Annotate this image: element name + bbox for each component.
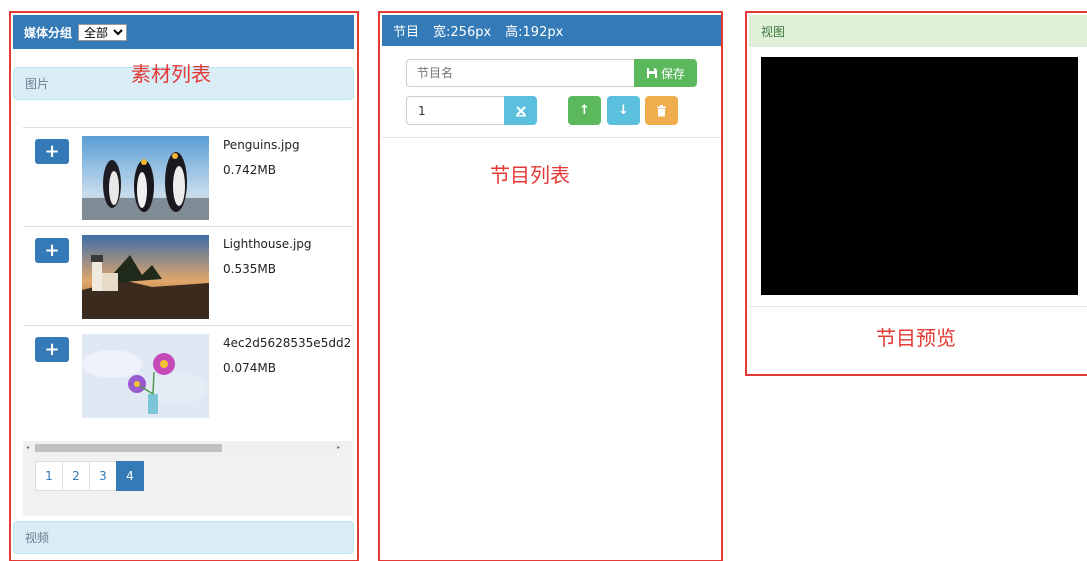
images-section-label: 图片 <box>25 77 50 91</box>
media-item: + Lighthouse.jpg 0.535MB <box>23 226 352 325</box>
flowers-thumbnail <box>82 334 209 418</box>
pagination: 1 2 3 4 <box>35 461 144 491</box>
media-name: Lighthouse.jpg <box>223 237 312 251</box>
arrow-down-icon: ↓ <box>618 103 629 118</box>
trash-icon <box>657 104 666 116</box>
media-group-label: 媒体分组 <box>24 25 73 40</box>
page-link-2[interactable]: 2 <box>62 461 90 491</box>
preview-panel: 视图 节目预览 <box>745 11 1087 376</box>
save-button[interactable]: 保存 <box>634 59 697 87</box>
program-name-input[interactable] <box>406 59 634 87</box>
media-group-select[interactable]: 全部 <box>78 23 128 41</box>
media-item: + Penguins.jpg 0.742MB <box>23 127 352 226</box>
lighthouse-thumbnail <box>82 235 209 319</box>
program-width: 宽:256px <box>433 25 492 40</box>
save-label: 保存 <box>660 66 685 81</box>
media-name: Penguins.jpg <box>223 138 300 152</box>
media-pager-area: ◂ ▸ 1 2 3 4 <box>23 441 352 516</box>
media-name: 4ec2d5628535e5dd2 <box>223 336 352 350</box>
program-list-annotation: 节目列表 <box>490 163 570 187</box>
media-size: 0.074MB <box>223 361 276 375</box>
media-panel: 媒体分组 全部 图片 素材列表 + Penguins.jpg 0.742MB +… <box>9 11 359 561</box>
add-media-button[interactable]: + <box>35 337 69 362</box>
clear-icon <box>515 105 526 116</box>
program-preview-annotation: 节目预览 <box>876 326 956 350</box>
media-size: 0.535MB <box>223 262 276 276</box>
plus-icon: + <box>44 140 60 162</box>
preview-screen <box>761 57 1078 295</box>
preview-divider <box>749 306 1087 307</box>
program-number-input[interactable] <box>406 96 504 125</box>
media-item: + 4ec2d5628535e5dd2 0.074MB <box>23 325 352 424</box>
arrow-up-icon: ↑ <box>579 103 590 118</box>
view-title: 视图 <box>761 24 786 39</box>
video-section-label: 视频 <box>25 531 50 545</box>
view-header: 视图 <box>749 15 1087 47</box>
program-divider <box>382 137 721 138</box>
scroll-right-icon[interactable]: ▸ <box>337 443 340 453</box>
media-list: + Penguins.jpg 0.742MB + Lighthouse.jpg … <box>23 127 352 424</box>
plus-icon: + <box>44 239 60 261</box>
page-link-4[interactable]: 4 <box>116 461 144 491</box>
scroll-left-icon[interactable]: ◂ <box>26 443 29 453</box>
clear-button[interactable] <box>504 96 537 125</box>
add-media-button[interactable]: + <box>35 238 69 263</box>
save-icon <box>646 68 657 78</box>
program-header: 节目 宽:256px 高:192px <box>382 15 721 46</box>
media-size: 0.742MB <box>223 163 276 177</box>
page-link-1[interactable]: 1 <box>35 461 63 491</box>
move-up-button[interactable]: ↑ <box>568 96 601 125</box>
plus-icon: + <box>44 338 60 360</box>
page-link-3[interactable]: 3 <box>89 461 117 491</box>
program-panel: 节目 宽:256px 高:192px 保存 ↑ ↓ 节目列表 <box>378 11 723 561</box>
add-media-button[interactable]: + <box>35 139 69 164</box>
delete-button[interactable] <box>645 96 678 125</box>
media-list-annotation: 素材列表 <box>131 62 211 86</box>
program-height: 高:192px <box>505 25 564 40</box>
video-section-header[interactable]: 视频 <box>13 521 354 554</box>
penguins-thumbnail <box>82 136 209 220</box>
scrollbar-thumb[interactable] <box>35 444 222 452</box>
move-down-button[interactable]: ↓ <box>607 96 640 125</box>
media-group-header: 媒体分组 全部 <box>13 15 354 49</box>
horizontal-scrollbar[interactable]: ◂ ▸ <box>25 443 341 453</box>
program-title: 节目 <box>393 25 420 40</box>
